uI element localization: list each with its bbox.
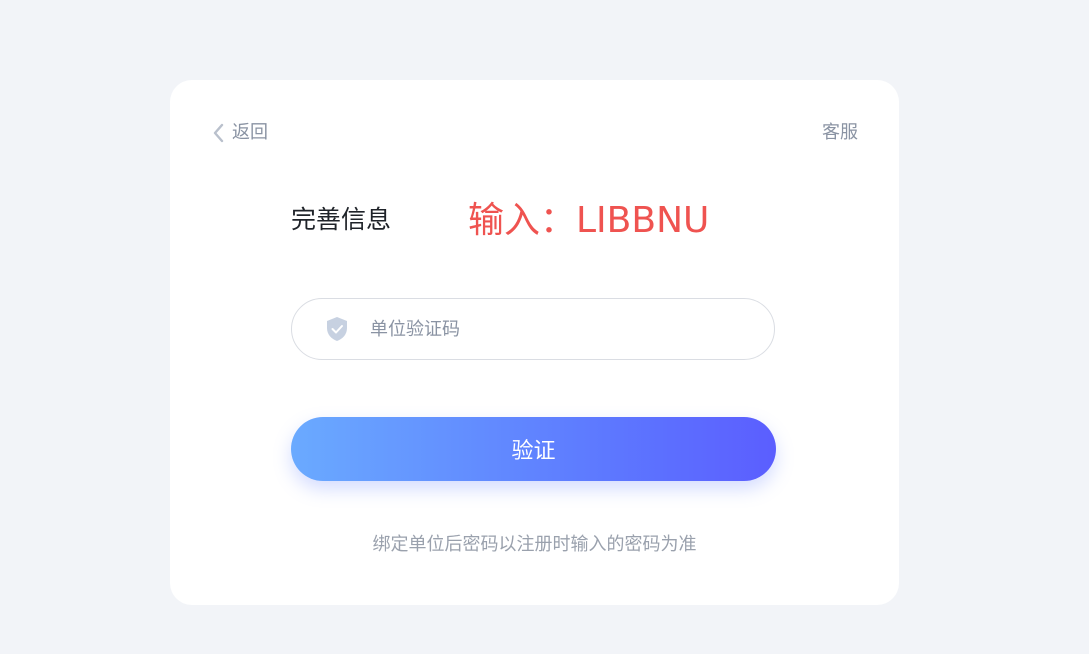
verification-code-input[interactable] [368,317,732,341]
verify-button[interactable]: 验证 [291,417,776,481]
page-title: 完善信息 [291,205,392,234]
chevron-left-icon [213,123,224,143]
shield-check-icon [327,317,347,341]
footer-note: 绑定单位后密码以注册时输入的密码为准 [372,534,697,555]
customer-service-link[interactable]: 客服 [822,121,858,145]
verify-card: 返回 客服 完善信息 输入：LIBBNU 验证 绑定单位后密码以注册时输入的密码… [170,80,899,605]
back-label: 返回 [232,122,268,143]
code-field[interactable] [291,298,775,360]
back-button[interactable]: 返回 [212,121,268,145]
hint-text: 输入：LIBBNU [468,200,710,241]
